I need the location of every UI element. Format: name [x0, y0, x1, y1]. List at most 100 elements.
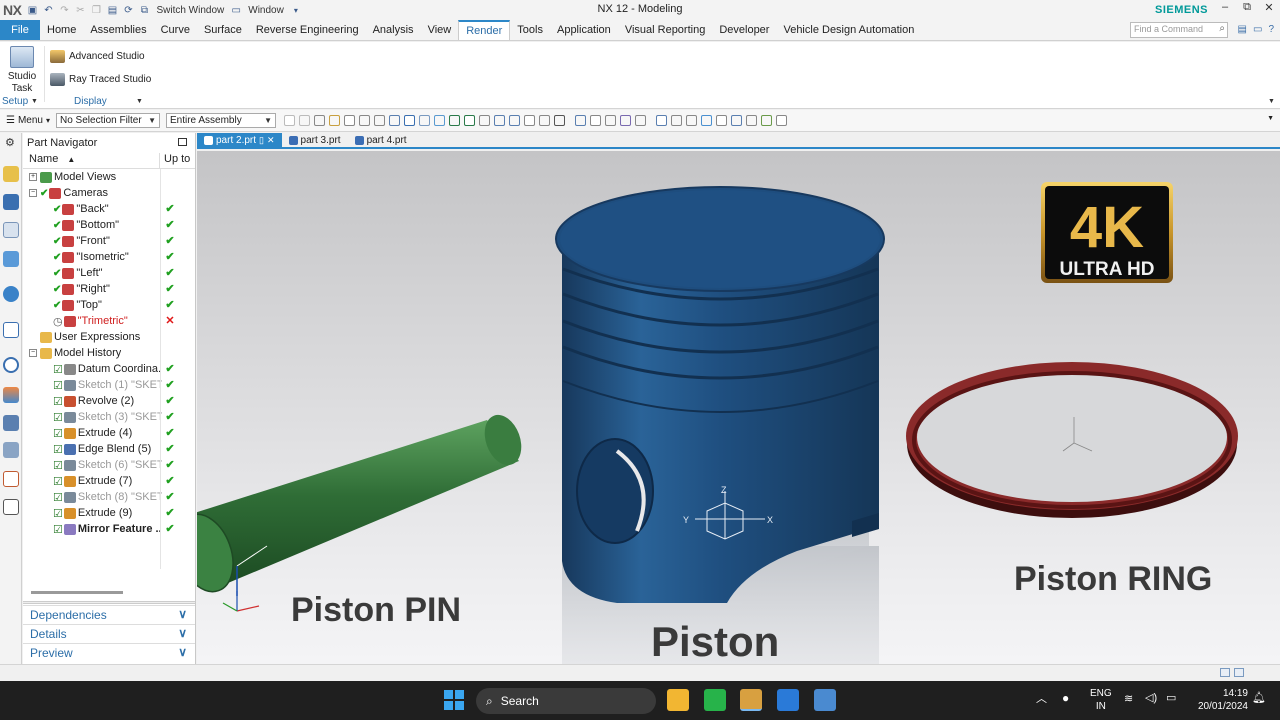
tree-row[interactable]: − Model History: [23, 345, 195, 361]
snap-tool-icon[interactable]: [575, 115, 586, 126]
visibility-checkbox-icon[interactable]: ☑: [53, 427, 63, 440]
snap-tool-icon[interactable]: [656, 115, 667, 126]
snap-tool-icon[interactable]: [479, 115, 490, 126]
scope-dropdown[interactable]: Entire Assembly ▼: [166, 113, 276, 128]
camtasia-icon[interactable]: [704, 689, 726, 711]
battery-icon[interactable]: ▭: [1166, 692, 1176, 705]
constraint-navigator-icon[interactable]: [3, 194, 19, 210]
part-navigator-icon[interactable]: [3, 222, 19, 238]
snap-tool-icon[interactable]: [284, 115, 295, 126]
snap-tool-icon[interactable]: [434, 115, 445, 126]
visibility-check-icon[interactable]: ✔: [53, 284, 61, 295]
visibility-checkbox-icon[interactable]: ☑: [53, 411, 63, 424]
snap-tool-icon[interactable]: [374, 115, 385, 126]
tab-developer[interactable]: Developer: [712, 20, 776, 40]
snap-tool-icon[interactable]: [761, 115, 772, 126]
part-tab-3[interactable]: part 4.prt: [348, 133, 414, 147]
tab-analysis[interactable]: Analysis: [366, 20, 421, 40]
snap-tool-icon[interactable]: [389, 115, 400, 126]
piston-model[interactable]: Z X Y: [555, 186, 885, 664]
tree-row[interactable]: ☑ Extrude (7) ✔: [23, 473, 195, 489]
nx-app-icon[interactable]: [740, 689, 762, 711]
start-button[interactable]: [444, 690, 464, 710]
tab-reverse-engineering[interactable]: Reverse Engineering: [249, 20, 366, 40]
snap-tool-icon[interactable]: [716, 115, 727, 126]
tab-render[interactable]: Render: [458, 20, 511, 40]
expand-collapse-icon[interactable]: +: [29, 173, 37, 181]
visibility-check-icon[interactable]: ✔: [53, 236, 61, 247]
tree-row[interactable]: ✔ "Bottom" ✔: [23, 217, 195, 233]
snap-tool-icon[interactable]: [494, 115, 505, 126]
search-icon[interactable]: ⌕: [1219, 23, 1225, 34]
pin-icon[interactable]: ▯: [259, 135, 264, 146]
tab-vehicle-design-automation[interactable]: Vehicle Design Automation: [776, 20, 921, 40]
file-explorer-icon[interactable]: [667, 689, 689, 711]
undo-icon[interactable]: ↶: [41, 3, 55, 17]
cut-icon[interactable]: ✂: [73, 3, 87, 17]
horizontal-scrollbar[interactable]: [29, 591, 189, 595]
history-icon[interactable]: [3, 357, 19, 373]
wifi-icon[interactable]: ≋: [1124, 693, 1133, 706]
toolbar-more-icon[interactable]: ▼: [1267, 115, 1274, 122]
snap-tool-icon[interactable]: [554, 115, 565, 126]
taskbar-search[interactable]: ⌕ Search: [476, 688, 656, 714]
tab-application[interactable]: Application: [550, 20, 618, 40]
system-materials-icon[interactable]: [3, 387, 19, 403]
snap-tool-icon[interactable]: [419, 115, 430, 126]
copy-icon[interactable]: ❐: [89, 3, 103, 17]
web-browser-icon[interactable]: [3, 322, 19, 338]
tab-visual-reporting[interactable]: Visual Reporting: [618, 20, 713, 40]
visibility-checkbox-icon[interactable]: ☑: [53, 459, 63, 472]
snap-tool-icon[interactable]: [464, 115, 475, 126]
save-icon[interactable]: ▣: [25, 3, 39, 17]
visibility-check-icon[interactable]: ✔: [53, 220, 61, 231]
find-command-input[interactable]: Find a Command ⌕: [1130, 22, 1228, 38]
help-icon[interactable]: ?: [1268, 24, 1274, 35]
clock[interactable]: 14:19 20/01/2024: [1192, 687, 1248, 713]
scrollbar-thumb[interactable]: [31, 591, 123, 594]
snap-tool-icon[interactable]: [509, 115, 520, 126]
expand-collapse-icon[interactable]: −: [29, 189, 37, 197]
preview-panel[interactable]: Preview ∨: [23, 643, 195, 661]
graphics-window[interactable]: Z X Y 4K ULTRA HD Piston PIN Piston Pist…: [197, 151, 1280, 664]
snap-tool-icon[interactable]: [776, 115, 787, 126]
tab-curve[interactable]: Curve: [154, 20, 197, 40]
tree-row[interactable]: ☑ Extrude (9) ✔: [23, 505, 195, 521]
notification-bell-icon[interactable]: 🔔︎: [1252, 692, 1266, 705]
window-menu[interactable]: Window: [245, 5, 287, 16]
visibility-checkbox-icon[interactable]: ☑: [53, 363, 63, 376]
tree-row[interactable]: + Model Views: [23, 169, 195, 185]
chevron-up-icon[interactable]: ︿: [1036, 693, 1047, 706]
tab-surface[interactable]: Surface: [197, 20, 249, 40]
process-studio-icon[interactable]: [3, 415, 19, 431]
visibility-checkbox-icon[interactable]: ☑: [53, 443, 63, 456]
visibility-checkbox-icon[interactable]: ☑: [53, 395, 63, 408]
snap-tool-icon[interactable]: [635, 115, 646, 126]
ray-traced-studio-button[interactable]: Ray Traced Studio: [50, 73, 151, 86]
snap-tool-icon[interactable]: [449, 115, 460, 126]
tab-file[interactable]: File: [0, 20, 40, 40]
close-icon[interactable]: ✕: [1262, 1, 1276, 14]
tab-home[interactable]: Home: [40, 20, 83, 40]
advanced-studio-button[interactable]: Advanced Studio: [50, 50, 145, 63]
tree-row[interactable]: ◷ "Trimetric" ✕: [23, 313, 195, 329]
part-tab-2[interactable]: part 3.prt: [282, 133, 348, 147]
visibility-checkbox-icon[interactable]: ☑: [53, 379, 63, 392]
piston-ring-model[interactable]: [906, 362, 1238, 518]
tree-row[interactable]: ✔ "Isometric" ✔: [23, 249, 195, 265]
tab-assemblies[interactable]: Assemblies: [83, 20, 153, 40]
visibility-checkbox-icon[interactable]: ☑: [53, 475, 63, 488]
assembly-navigator-icon[interactable]: [3, 166, 19, 182]
dependencies-panel[interactable]: Dependencies ∨: [23, 605, 195, 623]
snap-tool-icon[interactable]: [686, 115, 697, 126]
snap-tool-icon[interactable]: [590, 115, 601, 126]
details-panel[interactable]: Details ∨: [23, 624, 195, 642]
tab-tools[interactable]: Tools: [510, 20, 550, 40]
part-tab-1[interactable]: part 2.prt ▯ ✕: [197, 133, 282, 147]
column-upto-header[interactable]: Up to: [160, 153, 190, 168]
selection-filter-dropdown[interactable]: No Selection Filter ▼: [56, 113, 160, 128]
tree-row[interactable]: ✔ "Left" ✔: [23, 265, 195, 281]
visibility-check-icon[interactable]: ✔: [53, 300, 61, 311]
tree-row[interactable]: ☑ Extrude (4) ✔: [23, 425, 195, 441]
tree-row[interactable]: ☑ Mirror Feature ... ✔: [23, 521, 195, 537]
